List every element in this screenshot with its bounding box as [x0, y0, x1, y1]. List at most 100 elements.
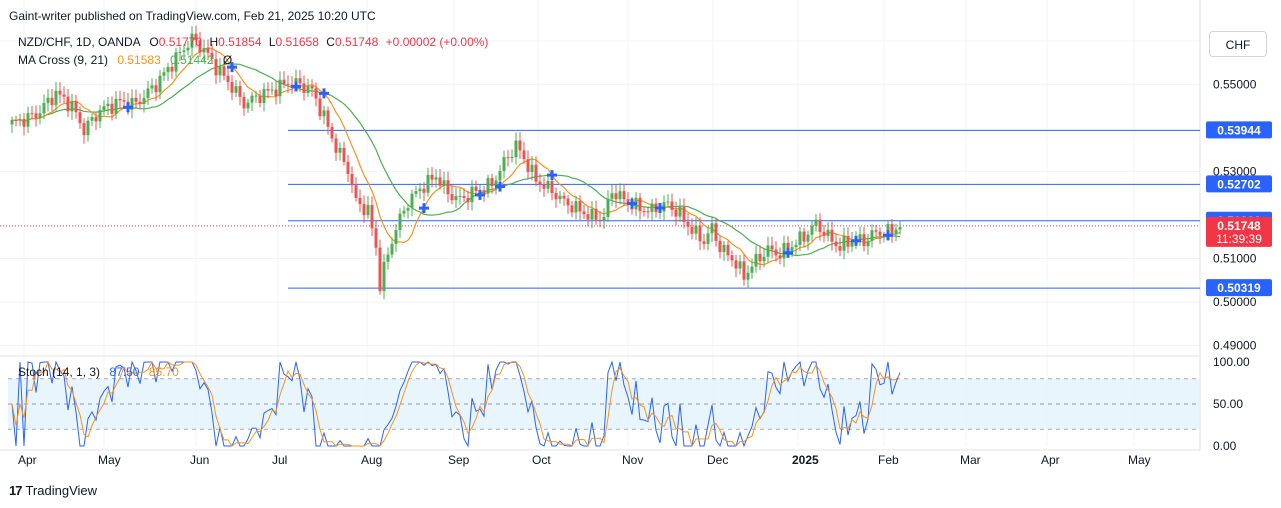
candle — [26, 106, 30, 133]
candle — [810, 221, 814, 242]
candle — [338, 142, 342, 161]
candle — [322, 105, 326, 125]
stoch-label[interactable]: Stoch (14, 1, 3) — [18, 365, 100, 379]
candle — [510, 149, 514, 163]
level-tag: 0.50319 — [1206, 279, 1272, 297]
legend-ma-row: MA Cross (9, 21) 0.51583 0.51442 Ø — [18, 53, 232, 67]
candle — [374, 219, 378, 256]
stoch-tick-label: 0.00 — [1213, 439, 1237, 453]
time-tick-label: Oct — [532, 453, 551, 467]
time-tick-label: Jul — [272, 453, 287, 467]
candle — [742, 254, 746, 286]
candle — [130, 89, 134, 119]
time-tick-label: Jun — [190, 453, 209, 467]
candle — [234, 79, 238, 98]
low-value: 0.51658 — [275, 35, 319, 49]
level-tag-label: 0.53944 — [1217, 123, 1261, 137]
candle — [486, 174, 490, 198]
candle — [282, 71, 286, 89]
candle — [330, 122, 334, 143]
legend-symbol-row: NZD/CHF, 1D, OANDA O0.51770 H0.51854 L0.… — [18, 35, 488, 49]
candle — [426, 167, 430, 197]
ma-fast-line — [11, 47, 901, 266]
candle — [702, 233, 706, 250]
price-tick-label: 0.53000 — [1213, 164, 1257, 178]
currency-button[interactable]: CHF — [1209, 31, 1267, 57]
candle — [382, 253, 386, 300]
candle — [870, 224, 874, 248]
candle — [642, 207, 646, 217]
price-tick-label: 0.51000 — [1213, 251, 1257, 265]
candle — [150, 78, 154, 94]
candle — [826, 222, 830, 242]
candle — [250, 91, 254, 111]
candle — [50, 89, 54, 112]
candle — [30, 105, 34, 120]
candle — [554, 187, 558, 208]
candle — [370, 196, 374, 237]
candle — [806, 230, 810, 251]
candle — [754, 245, 758, 273]
candle — [514, 132, 518, 165]
candle — [358, 189, 362, 213]
tradingview-logo[interactable]: 17 TradingView — [9, 483, 97, 498]
candle — [442, 171, 446, 194]
candle — [466, 190, 470, 210]
candle — [310, 79, 314, 97]
open-value: 0.51770 — [158, 35, 203, 49]
moving-averages — [11, 47, 901, 266]
candle — [386, 247, 390, 270]
candle — [770, 236, 774, 259]
candle — [838, 237, 842, 257]
candle — [610, 184, 614, 206]
ma-cross-label[interactable]: MA Cross (9, 21) — [18, 53, 108, 67]
candle — [794, 239, 798, 256]
candle — [318, 93, 322, 121]
stoch-tick-label: 100.00 — [1213, 355, 1250, 369]
candle — [10, 116, 14, 134]
candle — [306, 78, 310, 98]
candle — [242, 92, 246, 116]
low-label: L — [268, 35, 276, 49]
candle — [778, 247, 782, 265]
candle — [350, 166, 354, 194]
time-tick-label: Apr — [18, 453, 37, 467]
candle — [454, 187, 458, 208]
candle — [558, 190, 562, 204]
candle — [378, 239, 382, 295]
candle — [570, 200, 574, 218]
open-label: O — [149, 35, 159, 49]
time-tick-label: May — [1128, 453, 1151, 467]
candle — [666, 194, 670, 208]
candle — [814, 214, 818, 232]
candle — [598, 211, 602, 228]
time-tick-label: Mar — [960, 453, 981, 467]
candle — [434, 169, 438, 188]
ma-cross-value: Ø — [222, 53, 233, 67]
candle — [34, 105, 38, 127]
stoch-d-value: 85.70 — [148, 365, 179, 379]
candle — [278, 71, 282, 104]
candle — [502, 150, 506, 179]
candle — [718, 236, 722, 259]
candle — [690, 218, 694, 240]
candle — [494, 175, 498, 195]
price-chart[interactable]: 0.539440.527020.518660.503190.5174811:39… — [0, 0, 1281, 508]
candle — [102, 100, 106, 116]
candle — [334, 133, 338, 161]
time-tick-label: Nov — [622, 453, 643, 467]
candle — [346, 154, 350, 183]
candle — [526, 150, 530, 180]
candle — [302, 75, 306, 101]
time-tick-label: 2025 — [792, 453, 819, 467]
candle — [730, 250, 734, 267]
time-tick-label: Dec — [707, 453, 728, 467]
candle — [866, 234, 870, 255]
candle — [402, 206, 406, 218]
symbol-name[interactable]: NZD/CHF, 1D, OANDA — [18, 35, 140, 49]
candle — [342, 141, 346, 166]
candle — [90, 113, 94, 127]
candle — [586, 206, 590, 227]
time-axis: Apr May Jun Jul Aug Sep Oct Nov Dec 2025 Feb Mar Apr… — [18, 453, 1151, 467]
last-price-tag: 0.5174811:39:39 — [1206, 216, 1272, 247]
